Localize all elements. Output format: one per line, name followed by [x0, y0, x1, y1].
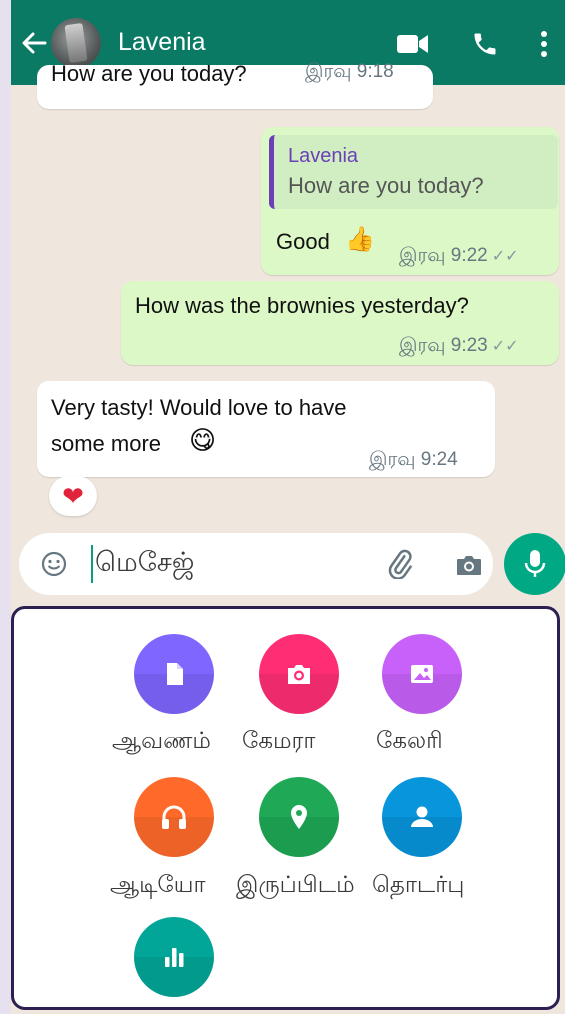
message-time: இரவு 9:24	[369, 449, 458, 470]
attach-location-button[interactable]	[259, 777, 339, 857]
more-options-icon[interactable]	[539, 30, 549, 58]
mic-button[interactable]	[504, 533, 565, 595]
message-text: Good	[276, 229, 330, 254]
location-icon	[291, 805, 307, 829]
video-call-icon[interactable]	[397, 33, 429, 55]
quoted-text: How are you today?	[288, 173, 484, 198]
message-bubble-incoming[interactable]: Very tasty! Would love to have some more…	[37, 381, 495, 477]
attach-gallery-button[interactable]	[382, 634, 462, 714]
message-time: இரவு 9:23 ✓✓	[399, 335, 519, 356]
attach-contact-label: தொடர்பு	[372, 871, 465, 897]
message-text: How are you today?	[51, 61, 247, 86]
message-text-line-2: some more	[51, 431, 162, 456]
gallery-icon	[411, 665, 433, 683]
quoted-sender: Lavenia	[288, 145, 359, 167]
attach-camera-button[interactable]	[259, 634, 339, 714]
mic-icon	[524, 550, 546, 577]
thumbs-up-emoji: 👍	[345, 226, 375, 253]
attach-location-label: இருப்பிடம்	[236, 871, 355, 897]
attach-camera-label: கேமரா	[242, 727, 316, 753]
message-text-line-1: Very tasty! Would love to have	[51, 395, 347, 420]
quoted-message[interactable]: Lavenia How are you today?	[269, 135, 558, 209]
headphones-icon	[162, 805, 186, 829]
attach-document-button[interactable]	[134, 634, 214, 714]
message-bubble-outgoing[interactable]: How was the brownies yesterday? இரவு 9:2…	[121, 281, 559, 365]
attach-poll-button[interactable]	[134, 917, 214, 997]
read-receipt-icon: ✓✓	[491, 248, 519, 265]
message-time: இரவு 9:18	[305, 61, 394, 82]
message-bubble-incoming[interactable]: How are you today? இரவு 9:18	[37, 61, 433, 109]
camera-icon[interactable]	[455, 553, 483, 577]
emoji-icon[interactable]	[41, 551, 67, 577]
yum-emoji: 😋	[189, 425, 217, 455]
message-bubble-outgoing[interactable]: Lavenia How are you today? Good 👍 இரவு 9…	[261, 127, 559, 275]
attach-audio-label: ஆடியோ	[110, 871, 206, 897]
camera-icon	[288, 665, 310, 684]
message-list[interactable]: How are you today? இரவு 9:18 Lavenia How…	[11, 61, 565, 605]
contact-icon	[411, 806, 433, 827]
attach-icon[interactable]	[385, 549, 415, 579]
voice-call-icon[interactable]	[471, 30, 499, 58]
text-cursor	[91, 545, 93, 583]
attachment-menu: ஆவணம் கேமரா கேலரி ஆடியோ இருப்பிடம் தொடர்…	[11, 606, 560, 1010]
message-composer[interactable]: மெசேஜ்	[19, 533, 493, 595]
attach-gallery-label: கேலரி	[376, 727, 443, 753]
back-arrow-icon[interactable]	[19, 26, 49, 60]
message-text: How was the brownies yesterday?	[135, 293, 469, 318]
read-receipt-icon: ✓✓	[491, 338, 519, 355]
attach-contact-button[interactable]	[382, 777, 462, 857]
message-time: இரவு 9:22 ✓✓	[399, 245, 519, 266]
chat-screen: Lavenia How are you today? இரவு 9:18 Lav…	[11, 0, 565, 1014]
message-input[interactable]: மெசேஜ்	[95, 547, 194, 582]
contact-name[interactable]: Lavenia	[118, 28, 206, 57]
attach-document-label: ஆவணம்	[112, 727, 211, 753]
poll-icon	[165, 948, 184, 967]
attach-audio-button[interactable]	[134, 777, 214, 857]
document-icon	[167, 663, 183, 685]
heart-reaction[interactable]: ❤	[49, 476, 97, 516]
